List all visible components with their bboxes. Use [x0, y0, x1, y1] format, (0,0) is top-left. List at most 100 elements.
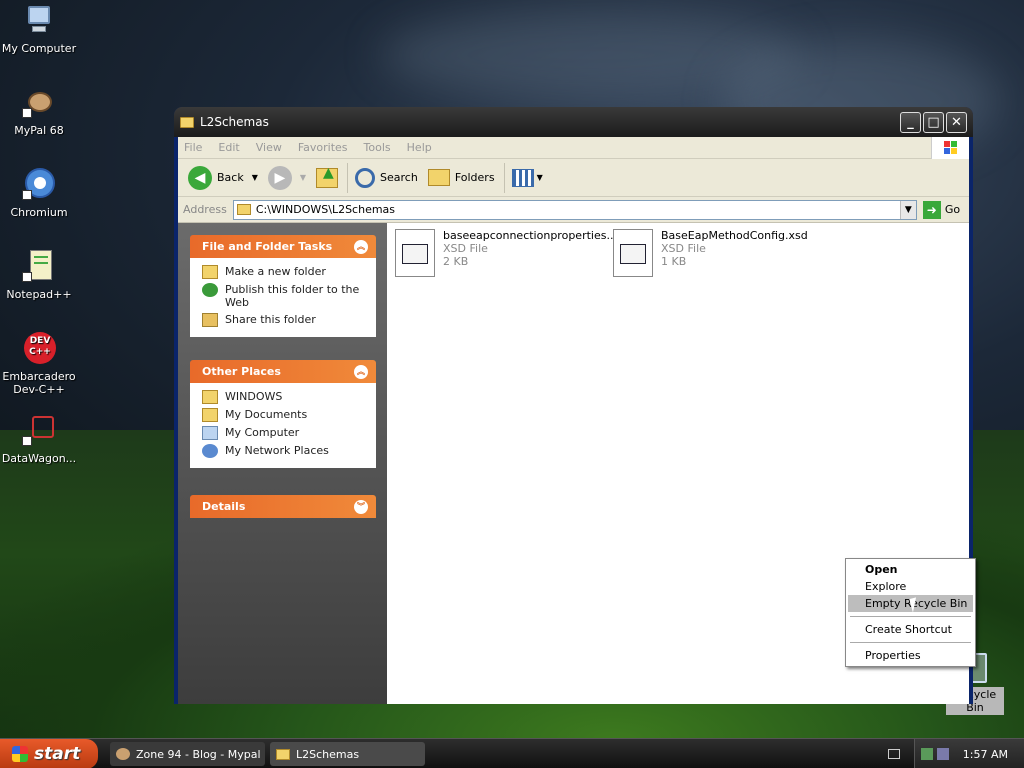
menu-item-create-shortcut[interactable]: Create Shortcut [848, 621, 973, 638]
menu-tools[interactable]: Tools [364, 141, 391, 154]
desktop-icon-datawagon[interactable]: DataWagon... [0, 414, 78, 465]
menu-separator [850, 642, 971, 643]
panel-title: Other Places [202, 365, 281, 378]
desktop-icon-label: Notepad++ [6, 288, 72, 301]
desktop-icon-mypal[interactable]: MyPal 68 [0, 86, 78, 137]
taskbar-button-mypal[interactable]: Zone 94 - Blog - Mypal [110, 742, 265, 766]
search-button[interactable]: Search [351, 163, 422, 193]
volume-icon[interactable] [936, 748, 949, 760]
xsd-file-icon [613, 229, 653, 277]
system-tray: 1:57 AM [914, 739, 1024, 768]
task-label: Publish this folder to the Web [225, 283, 360, 309]
menu-item-explore[interactable]: Explore [848, 578, 973, 595]
notepad-plus-plus-icon [22, 250, 56, 284]
menu-edit[interactable]: Edit [218, 141, 239, 154]
file-folder-tasks-panel: File and Folder Tasks ︽ Make a new folde… [190, 235, 376, 337]
file-name: baseeapconnectionproperties... [443, 229, 617, 242]
taskbar-button-l2schemas[interactable]: L2Schemas [270, 742, 425, 766]
place-label: My Network Places [225, 444, 329, 457]
xsd-file-icon [395, 229, 435, 277]
address-value: C:\WINDOWS\L2Schemas [255, 203, 396, 216]
task-publish-web[interactable]: Publish this folder to the Web [202, 283, 376, 309]
maximize-button[interactable]: □ [923, 112, 944, 133]
my-documents-icon [202, 408, 218, 422]
folder-icon [236, 204, 251, 215]
toolbar-separator [503, 162, 505, 193]
datawagon-icon [22, 414, 56, 448]
computer-icon [202, 426, 218, 440]
mypal-icon [22, 86, 56, 120]
place-my-network[interactable]: My Network Places [202, 444, 376, 458]
panel-header[interactable]: Other Places ︽ [190, 360, 376, 383]
start-label: start [34, 744, 81, 764]
start-button[interactable]: start [0, 739, 98, 768]
desktop-icon-devcpp[interactable]: DEV C++ Embarcadero Dev-C++ [0, 332, 78, 396]
clock[interactable]: 1:57 AM [963, 748, 1008, 761]
desktop-icon-label: Chromium [10, 206, 68, 219]
chevron-down-icon: ▼ [536, 173, 543, 182]
other-places-panel: Other Places ︽ WINDOWS My Documents My C… [190, 360, 376, 468]
file-size: 1 KB [661, 255, 687, 268]
place-windows[interactable]: WINDOWS [202, 390, 376, 404]
close-button[interactable]: ✕ [946, 112, 967, 133]
desktop-icon-label: MyPal 68 [14, 124, 64, 137]
desktop-icon-label: Embarcadero Dev-C++ [2, 370, 76, 396]
back-label: Back [217, 171, 244, 184]
menu-item-open[interactable]: Open [848, 561, 973, 578]
menu-separator [850, 616, 971, 617]
address-input[interactable]: C:\WINDOWS\L2Schemas ▼ [232, 199, 917, 220]
back-arrow-icon: ◀ [188, 165, 212, 190]
desktop-icon-label: My Computer [1, 42, 77, 55]
details-panel: Details ︾ [190, 495, 376, 518]
place-my-documents[interactable]: My Documents [202, 408, 376, 422]
file-item[interactable]: baseeapconnectionproperties... XSD File … [395, 229, 617, 277]
context-menu: Open Explore Empty Recycle Bin Create Sh… [845, 558, 976, 667]
menu-item-properties[interactable]: Properties [848, 647, 973, 664]
share-folder-icon [202, 313, 218, 327]
expand-chevron-icon[interactable]: ︾ [354, 500, 368, 514]
menu-file[interactable]: File [184, 141, 202, 154]
globe-icon [202, 283, 218, 297]
chromium-icon [22, 168, 56, 202]
address-bar: Address C:\WINDOWS\L2Schemas ▼ ➜ Go [178, 197, 969, 223]
toolbar-separator [347, 162, 349, 193]
back-button[interactable]: ◀ Back ▼ [184, 163, 262, 193]
task-share-folder[interactable]: Share this folder [202, 313, 376, 327]
desktop-icon-chromium[interactable]: Chromium [0, 168, 78, 219]
desktop-icon-notepadpp[interactable]: Notepad++ [0, 250, 78, 301]
network-icon[interactable] [920, 748, 933, 760]
folders-button[interactable]: Folders [424, 163, 499, 193]
desktop-icon-my-computer[interactable]: My Computer [0, 4, 78, 55]
minimize-button[interactable]: _ [900, 112, 921, 133]
task-label: Share this folder [225, 313, 316, 326]
keyboard-icon[interactable] [888, 749, 900, 759]
chevron-down-icon[interactable]: ▼ [252, 173, 258, 182]
new-folder-icon [202, 265, 218, 279]
place-label: WINDOWS [225, 390, 283, 403]
collapse-chevron-icon[interactable]: ︽ [354, 365, 368, 379]
place-label: My Computer [225, 426, 300, 439]
task-make-new-folder[interactable]: Make a new folder [202, 265, 376, 279]
title-bar[interactable]: L2Schemas _ □ ✕ [174, 107, 973, 137]
menu-help[interactable]: Help [407, 141, 432, 154]
folder-icon [276, 748, 290, 760]
chevron-down-icon[interactable]: ▼ [300, 173, 306, 182]
file-size: 2 KB [443, 255, 469, 268]
forward-button[interactable]: ▶ ▼ [264, 163, 310, 193]
up-folder-icon: ▲ [316, 165, 339, 188]
up-folder-button[interactable]: ▲ [312, 163, 342, 193]
address-dropdown-button[interactable]: ▼ [899, 200, 916, 219]
views-button[interactable]: ▼ [508, 163, 547, 193]
go-button[interactable]: ➜ Go [922, 200, 960, 219]
menu-favorites[interactable]: Favorites [298, 141, 348, 154]
panel-title: File and Folder Tasks [202, 240, 333, 253]
panel-header[interactable]: Details ︾ [190, 495, 376, 518]
collapse-chevron-icon[interactable]: ︽ [354, 240, 368, 254]
file-type: XSD File [443, 242, 488, 255]
windows-logo-icon [931, 137, 969, 159]
file-item[interactable]: BaseEapMethodConfig.xsd XSD File 1 KB [613, 229, 808, 277]
panel-header[interactable]: File and Folder Tasks ︽ [190, 235, 376, 258]
menu-view[interactable]: View [256, 141, 282, 154]
address-label: Address [183, 203, 227, 216]
place-my-computer[interactable]: My Computer [202, 426, 376, 440]
